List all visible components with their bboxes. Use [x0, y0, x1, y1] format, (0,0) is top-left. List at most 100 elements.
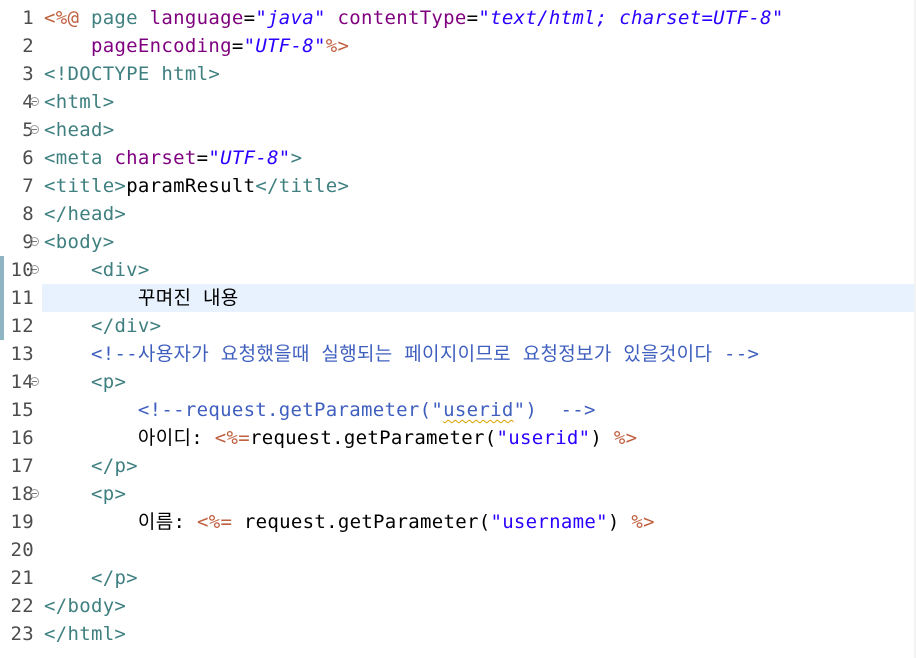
line-number: 15 [10, 399, 34, 421]
code-line[interactable]: 20 [11, 536, 916, 564]
code-text: <meta charset="UTF-8"> [44, 144, 302, 172]
code-text: <!--request.getParameter("userid") --> [44, 396, 596, 424]
code-line[interactable]: 21 </p> [11, 564, 916, 592]
code-line[interactable]: 14 <p> [11, 368, 916, 396]
code-token: "username" [490, 511, 608, 533]
code-text: <html> [44, 88, 114, 116]
code-line[interactable]: 10 <div> [11, 256, 916, 284]
code-token: <html> [44, 91, 115, 113]
code-text: <p> [44, 368, 126, 396]
code-line[interactable]: 23 </html> [11, 620, 916, 648]
fold-collapse-icon[interactable] [30, 97, 39, 106]
code-token: charset [114, 147, 197, 169]
code-line[interactable]: 15 <!--request.getParameter("userid") --… [11, 396, 916, 424]
code-line[interactable]: 9 <body> [22, 228, 916, 256]
code-line[interactable]: 18 <p> [11, 480, 916, 508]
code-text: pageEncoding="UTF-8"%> [44, 32, 349, 60]
code-text: <title>paramResult</title> [44, 172, 349, 200]
code-token: = [196, 147, 209, 169]
code-token: <%= [196, 511, 233, 533]
code-token: <head> [44, 119, 115, 141]
code-text: </p> [44, 564, 138, 592]
code-token: ") --> [513, 399, 596, 421]
code-token: <p> [90, 483, 127, 505]
code-token: </div> [90, 315, 162, 337]
code-line[interactable]: 11 꾸며진 내용 [11, 284, 916, 312]
fold-collapse-icon[interactable] [30, 265, 39, 274]
code-line[interactable]: 6 <meta charset="UTF-8"> [22, 144, 916, 172]
code-area[interactable]: 1 <%@ page language="java" contentType="t… [11, 4, 916, 648]
code-token: <!--request.getParameter(" [137, 399, 444, 421]
code-token: ) [607, 511, 632, 533]
code-token: language [149, 7, 244, 29]
fold-collapse-icon[interactable] [30, 237, 39, 246]
code-line[interactable]: 2 pageEncoding="UTF-8"%> [22, 32, 916, 60]
code-token: <p> [90, 371, 127, 393]
fold-collapse-icon[interactable] [30, 125, 39, 134]
line-number: 3 [22, 63, 34, 85]
line-number: 17 [10, 455, 34, 477]
code-line[interactable]: 4 <html> [22, 88, 916, 116]
code-text: <!DOCTYPE html> [44, 60, 220, 88]
code-line[interactable]: 19 이름: <%= request.getParameter("usernam… [11, 508, 916, 536]
code-token: > [290, 147, 303, 169]
code-text: 꾸며진 내용 [44, 284, 239, 312]
code-line[interactable]: 22 </body> [11, 592, 916, 620]
code-token: page [79, 7, 150, 29]
code-line[interactable]: 1 <%@ page language="java" contentType="t… [22, 4, 916, 32]
line-number: 21 [10, 567, 34, 589]
code-token: %> [325, 35, 350, 57]
code-token: </html> [44, 623, 127, 645]
line-number: 20 [10, 539, 34, 561]
code-token: "UTF-8" [208, 147, 291, 169]
code-text: </div> [44, 312, 161, 340]
code-line[interactable]: 5 <head> [22, 116, 916, 144]
fold-collapse-icon[interactable] [30, 489, 39, 498]
code-token: <%@ [44, 7, 80, 29]
code-editor[interactable]: 1 <%@ page language="java" contentType="t… [0, 0, 916, 658]
code-text: </p> [44, 452, 138, 480]
code-token: request.getParameter( [232, 511, 491, 533]
line-number: 22 [10, 595, 34, 617]
code-line[interactable]: 12 </div> [11, 312, 916, 340]
code-token: "userid" [496, 427, 591, 449]
code-token: <%= [214, 427, 250, 449]
code-line[interactable]: 3 <!DOCTYPE html> [22, 60, 916, 88]
code-token: </p> [90, 455, 138, 477]
code-line[interactable]: 17 </p> [11, 452, 916, 480]
code-text: <head> [44, 116, 114, 144]
code-token: = [243, 7, 256, 29]
code-token: <body> [44, 231, 115, 253]
code-token: pageEncoding [90, 35, 232, 57]
code-token: </body> [44, 595, 127, 617]
code-line[interactable]: 8 </head> [22, 200, 916, 228]
spelling-warning-token: userid [443, 399, 514, 421]
code-token: "text/html; charset=UTF-8" [478, 7, 784, 29]
line-number: 6 [22, 147, 34, 169]
code-line[interactable]: 16 아이디: <%=request.getParameter("userid"… [11, 424, 916, 452]
code-text: 이름: <%= request.getParameter("username")… [44, 508, 655, 536]
line-number: 19 [10, 511, 34, 533]
line-number: 16 [10, 427, 34, 449]
code-text: </head> [44, 200, 126, 228]
code-line[interactable]: 13 <!--사용자가 요청했을때 실행되는 페이지이므로 요청정보가 있을것이… [11, 340, 916, 368]
code-line[interactable]: 7 <title>paramResult</title> [22, 172, 916, 200]
code-token: contentType [337, 7, 467, 29]
line-number: 11 [10, 287, 34, 309]
code-token: </p> [90, 567, 138, 589]
code-token: 아이디: [137, 427, 215, 449]
fold-collapse-icon[interactable] [30, 377, 39, 386]
code-token: "java" [255, 7, 326, 29]
